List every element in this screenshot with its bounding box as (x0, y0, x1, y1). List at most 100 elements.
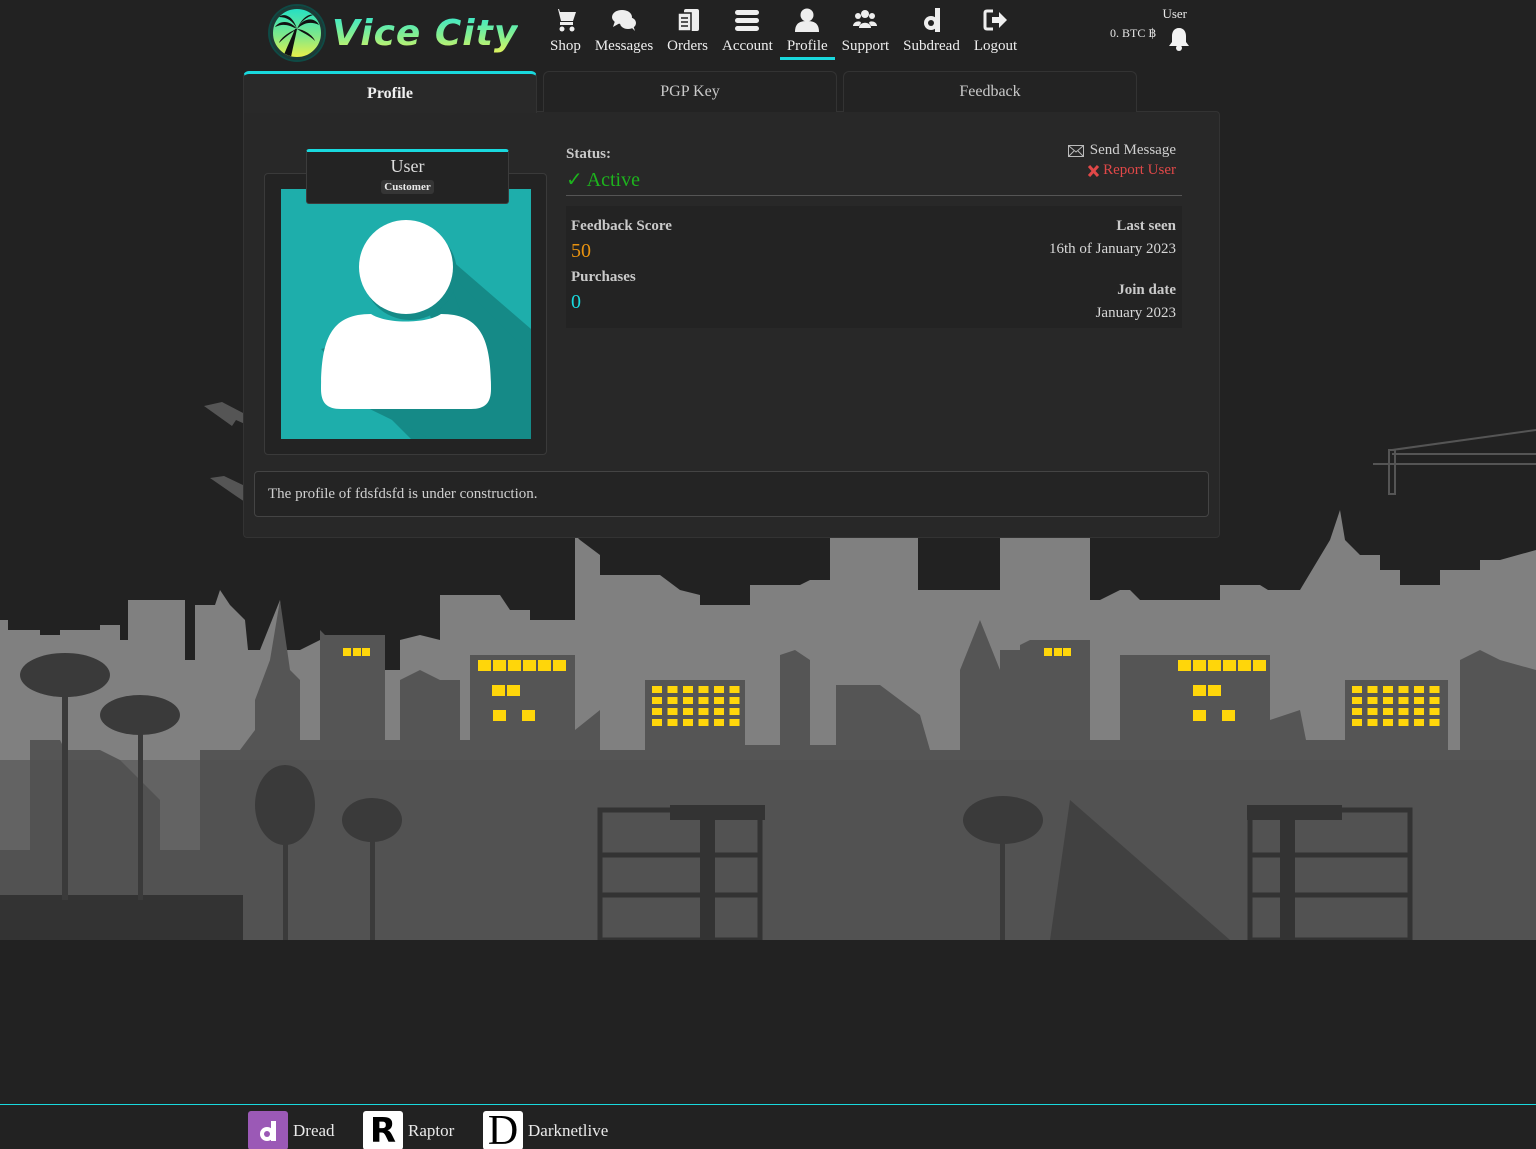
airplane-icon (204, 402, 245, 502)
building-window (1398, 697, 1409, 704)
menu-bars-icon (734, 5, 760, 35)
building-window (698, 697, 709, 704)
envelope-icon (1067, 144, 1084, 157)
tab-profile[interactable]: Profile (243, 71, 537, 113)
profile-stats: Feedback Score 50 Purchases 0 Last seen … (566, 206, 1182, 328)
site-logo[interactable]: Vice City (270, 6, 518, 60)
building-window (683, 686, 693, 693)
foreground-wall (0, 895, 243, 940)
footer-link-raptor[interactable]: R Raptor (363, 1111, 454, 1149)
building-window (698, 686, 709, 693)
nav-orders[interactable]: Orders (660, 0, 715, 60)
building-window (1429, 708, 1440, 715)
building-window (1414, 719, 1424, 726)
main-nav: Shop Messages Orders Account Profile Sup… (543, 0, 1024, 62)
users-group-icon (852, 5, 878, 35)
feedback-score-value: 50 (571, 240, 591, 262)
profile-description: The profile of fdsfdsfd is under constru… (254, 471, 1209, 517)
footer-link-darknetlive[interactable]: D Darknetlive (483, 1110, 608, 1149)
avatar (281, 189, 531, 439)
building-window (652, 719, 662, 726)
brand-name: Vice City (332, 12, 519, 54)
building-window (729, 719, 740, 726)
building-window (1398, 708, 1409, 715)
crane-icon (1373, 429, 1536, 495)
building-window (667, 686, 678, 693)
x-mark-icon (1088, 164, 1100, 177)
building-window (1352, 719, 1362, 726)
profile-display-name: User (390, 156, 425, 176)
building-window (683, 719, 693, 726)
join-date-value: January 2023 (1095, 305, 1176, 321)
purchases-value: 0 (571, 291, 581, 313)
nav-shop[interactable]: Shop (543, 0, 588, 60)
raptor-logo-icon: R (363, 1111, 403, 1149)
nav-account[interactable]: Account (715, 0, 780, 60)
building-window (729, 686, 740, 693)
username-label: User (1162, 6, 1187, 21)
profile-panel: User Customer Status: ✓ Active Send Mess… (243, 111, 1220, 538)
building-window (714, 719, 724, 726)
send-message-button[interactable]: Send Message (1067, 142, 1176, 159)
footer-link-dread[interactable]: Dread (248, 1111, 335, 1149)
building-window (1352, 686, 1362, 693)
default-user-avatar-icon (321, 220, 531, 439)
cart-icon (553, 5, 577, 35)
tab-feedback[interactable]: Feedback (843, 71, 1137, 112)
building-window (1429, 686, 1440, 693)
btc-balance: 0. BTC ฿ (1110, 26, 1156, 40)
building-window (652, 697, 662, 704)
site-header: Vice City Shop Messages Orders Account P… (0, 0, 1536, 68)
building-window (667, 697, 678, 704)
building-window (714, 708, 724, 715)
avatar-frame (264, 173, 547, 455)
join-date-label: Join date (1117, 282, 1176, 298)
user-icon (794, 5, 820, 35)
building-window (1352, 697, 1362, 704)
user-menu[interactable]: User 0. BTC ฿ (1105, 4, 1195, 56)
building-window (1429, 719, 1440, 726)
nav-support[interactable]: Support (835, 0, 897, 60)
building-window (1383, 708, 1393, 715)
building-window (1367, 719, 1378, 726)
building-window (729, 697, 740, 704)
last-seen-label: Last seen (1116, 218, 1176, 234)
dread-d-icon (922, 5, 942, 35)
building-window (667, 719, 678, 726)
building-window (1414, 686, 1424, 693)
feedback-score-label: Feedback Score (571, 218, 672, 234)
building-window (1429, 697, 1440, 704)
bell-icon[interactable] (1168, 26, 1190, 57)
building-window (652, 686, 662, 693)
status-label: Status: (566, 146, 612, 162)
building-window (698, 719, 709, 726)
nav-logout[interactable]: Logout (967, 0, 1024, 60)
building-window (1367, 686, 1378, 693)
building-window (1414, 708, 1424, 715)
nav-profile[interactable]: Profile (779, 0, 835, 60)
nav-messages[interactable]: Messages (588, 0, 660, 60)
report-user-button[interactable]: Report User (1088, 162, 1176, 179)
building-window (1383, 719, 1393, 726)
building-window (1367, 697, 1378, 704)
site-footer: Dread R Raptor D Darknetlive (0, 1104, 1536, 1149)
building-window (714, 697, 724, 704)
chat-bubbles-icon (611, 5, 637, 35)
tab-pgp-key[interactable]: PGP Key (543, 71, 837, 112)
palm-tree-logo-icon (270, 6, 324, 60)
building-window (1383, 686, 1393, 693)
building-window (1398, 719, 1409, 726)
building-window (1398, 686, 1409, 693)
building-window (1383, 697, 1393, 704)
building-window (698, 708, 709, 715)
orders-document-icon (676, 5, 700, 35)
nav-subdread[interactable]: Subdread (896, 0, 967, 60)
building-window (714, 686, 724, 693)
building-window (1367, 708, 1378, 715)
building-window (729, 708, 740, 715)
status-badge: ✓ Active (566, 169, 640, 191)
last-seen-value: 16th of January 2023 (1048, 241, 1176, 257)
building-window (652, 708, 662, 715)
user-name-card: User Customer (306, 149, 509, 204)
status-section: Status: ✓ Active Send Message Report Use… (566, 142, 1182, 196)
